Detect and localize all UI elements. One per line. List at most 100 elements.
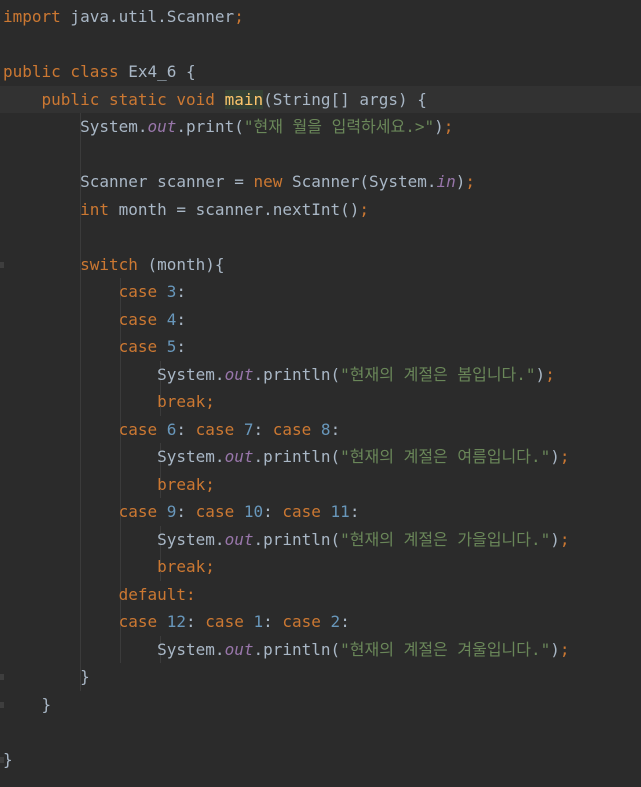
code-text: int month = scanner.nextInt();: [3, 196, 369, 224]
code-token: ;: [465, 172, 476, 191]
code-text: }: [3, 746, 13, 774]
code-token: 10: [243, 502, 264, 521]
code-token: "현재의 계절은 겨울입니다.": [340, 639, 551, 659]
code-line[interactable]: break;: [0, 553, 641, 581]
code-token: case: [272, 419, 312, 439]
code-token: case: [205, 612, 244, 631]
code-line[interactable]: case 4:: [0, 306, 641, 334]
code-line[interactable]: System.out.println("현재의 계절은 겨울입니다.");: [0, 636, 641, 664]
code-token: ;: [559, 447, 570, 466]
code-text: }: [3, 663, 90, 691]
code-token: 8: [320, 419, 331, 439]
code-token: 6: [166, 419, 177, 439]
code-token: }: [3, 667, 90, 686]
code-line[interactable]: }: [0, 663, 641, 691]
code-token: java.util.Scanner: [60, 7, 235, 26]
code-text: case 5:: [3, 333, 186, 361]
code-token: out: [224, 364, 254, 384]
code-line[interactable]: System.out.println("현재의 계절은 봄입니다.");: [0, 361, 641, 389]
code-token: public static void: [41, 89, 215, 109]
code-token: out: [224, 447, 254, 466]
code-token: "현재의 계절은 봄입니다.": [340, 364, 536, 384]
code-token: System.: [3, 447, 225, 466]
code-token: break;: [157, 392, 215, 411]
code-line[interactable]: default:: [0, 581, 641, 609]
code-text: case 12: case 1: case 2:: [3, 608, 350, 636]
code-line[interactable]: [0, 718, 641, 746]
code-token: :: [263, 502, 283, 521]
code-token: ): [550, 447, 560, 466]
code-text: System.out.println("현재의 계절은 봄입니다.");: [3, 361, 555, 389]
code-line[interactable]: [0, 141, 641, 169]
code-token: Scanner scanner =: [3, 172, 254, 191]
code-line[interactable]: Scanner scanner = new Scanner(System.in)…: [0, 168, 641, 196]
code-line[interactable]: [0, 223, 641, 251]
code-line[interactable]: switch (month){: [0, 251, 641, 279]
code-token: Ex4_6 {: [118, 62, 196, 81]
code-line[interactable]: break;: [0, 471, 641, 499]
code-token: 2: [330, 612, 341, 631]
code-token: new: [253, 172, 283, 191]
code-token: out: [224, 529, 254, 549]
code-line[interactable]: System.out.println("현재의 계절은 가을입니다.");: [0, 526, 641, 554]
code-token: :: [253, 419, 273, 439]
code-line[interactable]: }: [0, 691, 641, 719]
code-line[interactable]: [0, 31, 641, 59]
code-token: int: [80, 199, 109, 219]
code-text: System.out.println("현재의 계절은 여름입니다.");: [3, 443, 570, 471]
code-line[interactable]: case 3:: [0, 278, 641, 306]
code-token: System.: [3, 364, 225, 384]
code-line[interactable]: public static void main(String[] args) {: [0, 85, 641, 113]
code-line[interactable]: System.out.print("현재 월을 입력하세요.>");: [0, 113, 641, 141]
code-token: break;: [157, 474, 215, 494]
code-text: break;: [3, 388, 215, 416]
code-token: :: [263, 612, 283, 631]
code-line[interactable]: case 5:: [0, 333, 641, 361]
code-line[interactable]: }: [0, 746, 641, 774]
code-text: System.out.println("현재의 계절은 겨울입니다.");: [3, 636, 569, 664]
code-token: .println(: [253, 529, 341, 549]
code-token: case: [118, 337, 158, 356]
code-token: :: [176, 337, 187, 356]
code-token: ): [434, 117, 444, 136]
code-text: import java.util.Scanner;: [3, 3, 244, 31]
code-text: break;: [3, 471, 215, 499]
code-token: switch: [80, 254, 138, 274]
code-token: Scanner(System.: [282, 172, 437, 191]
code-token: .println(: [253, 639, 341, 659]
code-token: ;: [359, 199, 370, 219]
code-line[interactable]: case 6: case 7: case 8:: [0, 416, 641, 444]
code-token: out: [224, 639, 254, 659]
code-token: import: [3, 7, 61, 26]
code-text: Scanner scanner = new Scanner(System.in)…: [3, 168, 475, 196]
code-line[interactable]: break;: [0, 388, 641, 416]
code-line[interactable]: import java.util.Scanner;: [0, 3, 641, 31]
code-editor[interactable]: import java.util.Scanner; public class Ex…: [0, 0, 641, 787]
code-line[interactable]: int month = scanner.nextInt();: [0, 196, 641, 224]
code-line[interactable]: case 12: case 1: case 2:: [0, 608, 641, 636]
code-line[interactable]: public class Ex4_6 {: [0, 58, 641, 86]
code-text: }: [3, 691, 52, 719]
code-token: case: [118, 612, 158, 631]
code-line[interactable]: System.out.println("현재의 계절은 여름입니다.");: [0, 443, 641, 471]
code-token: .println(: [253, 364, 341, 384]
code-text: default:: [3, 581, 196, 609]
code-token: System.: [3, 529, 225, 549]
code-token: 1: [253, 612, 264, 631]
code-line[interactable]: case 9: case 10: case 11:: [0, 498, 641, 526]
code-token: ): [455, 172, 466, 191]
code-text: System.out.println("현재의 계절은 가을입니다.");: [3, 526, 569, 554]
